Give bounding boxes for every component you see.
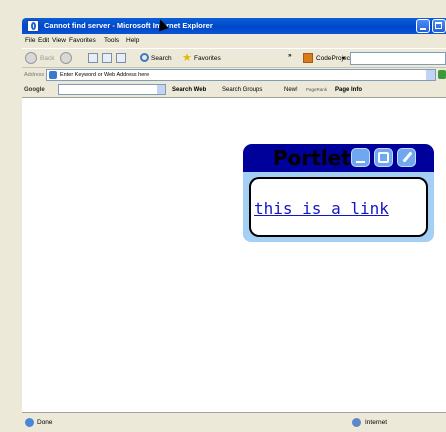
security-zone-text: Internet <box>365 419 388 426</box>
title-bar: Cannot find server - Microsoft Internet … <box>22 18 446 34</box>
new-button[interactable]: New! <box>284 83 298 97</box>
address-input[interactable]: Enter Keyword or Web Address here <box>46 69 436 81</box>
search-icon[interactable] <box>140 53 149 62</box>
portlet-body: this is a link <box>243 172 434 242</box>
page-content: Portlet this is a link <box>22 98 446 412</box>
portlet-edit-icon[interactable] <box>397 148 416 167</box>
home-icon[interactable] <box>116 53 126 63</box>
google-logo[interactable]: Google <box>24 83 45 97</box>
pagerank-indicator[interactable]: PageRank <box>306 83 327 97</box>
portlet-content-box: this is a link <box>249 177 428 237</box>
refresh-icon[interactable] <box>102 53 112 63</box>
google-toolbar: Google Search Web Search Groups New! Pag… <box>22 82 446 98</box>
portlet-title: Portlet <box>273 146 351 170</box>
status-text: Done <box>37 419 53 426</box>
toolbar-overflow-chevron[interactable]: » <box>288 49 292 63</box>
codeproject-button-label[interactable]: CodeProject <box>316 52 352 66</box>
back-arrow-icon[interactable] <box>25 52 37 64</box>
go-arrow-icon[interactable] <box>438 70 446 79</box>
portlet-maximize-icon[interactable] <box>374 148 393 167</box>
google-search-input[interactable] <box>58 84 166 95</box>
maximize-button[interactable] <box>432 19 446 33</box>
portlet-minimize-icon[interactable] <box>351 148 370 167</box>
menu-help[interactable]: Help <box>126 34 139 48</box>
status-bar: Done Internet <box>22 412 446 432</box>
address-dropdown-icon[interactable] <box>426 70 435 80</box>
page-icon <box>49 71 57 79</box>
page-status-icon <box>25 418 34 427</box>
portlet: Portlet this is a link <box>243 144 434 242</box>
menu-file[interactable]: File <box>25 34 35 48</box>
favorites-button-label[interactable]: Favorites <box>194 52 221 66</box>
ie-window-icon <box>27 20 39 32</box>
address-bar: Address Enter Keyword or Web Address her… <box>22 68 446 82</box>
page-info-button[interactable]: Page Info <box>335 83 362 97</box>
back-button-label[interactable]: Back <box>40 52 54 66</box>
minimize-button[interactable] <box>416 19 430 33</box>
search-web-button[interactable]: Search Web <box>172 83 206 97</box>
browser-window: Cannot find server - Microsoft Internet … <box>0 0 446 432</box>
codeproject-search-input[interactable] <box>350 52 446 65</box>
favorites-star-icon[interactable]: ★ <box>182 51 192 65</box>
portlet-link[interactable]: this is a link <box>254 200 389 218</box>
codeproject-icon <box>303 53 313 63</box>
forward-arrow-icon[interactable] <box>60 52 72 64</box>
menu-view[interactable]: View <box>52 34 66 48</box>
menu-edit[interactable]: Edit <box>38 34 49 48</box>
globe-icon <box>352 418 361 427</box>
stop-icon[interactable] <box>88 53 98 63</box>
window-title: Cannot find server - Microsoft Internet … <box>44 21 213 30</box>
menu-bar: File Edit View Favorites Tools Help <box>22 34 446 48</box>
codeproject-dropdown-icon[interactable]: ▾ <box>342 52 345 66</box>
standard-toolbar: Back Search ★ Favorites » CodeProject ▾ <box>22 48 446 68</box>
google-search-dropdown-icon[interactable] <box>157 85 165 94</box>
portlet-header[interactable]: Portlet <box>243 144 434 172</box>
address-label: Address <box>24 72 45 78</box>
address-value[interactable]: Enter Keyword or Web Address here <box>60 70 149 80</box>
menu-tools[interactable]: Tools <box>104 34 119 48</box>
search-button-label[interactable]: Search <box>151 52 172 66</box>
menu-favorites[interactable]: Favorites <box>69 34 96 48</box>
search-groups-button[interactable]: Search Groups <box>222 83 262 97</box>
